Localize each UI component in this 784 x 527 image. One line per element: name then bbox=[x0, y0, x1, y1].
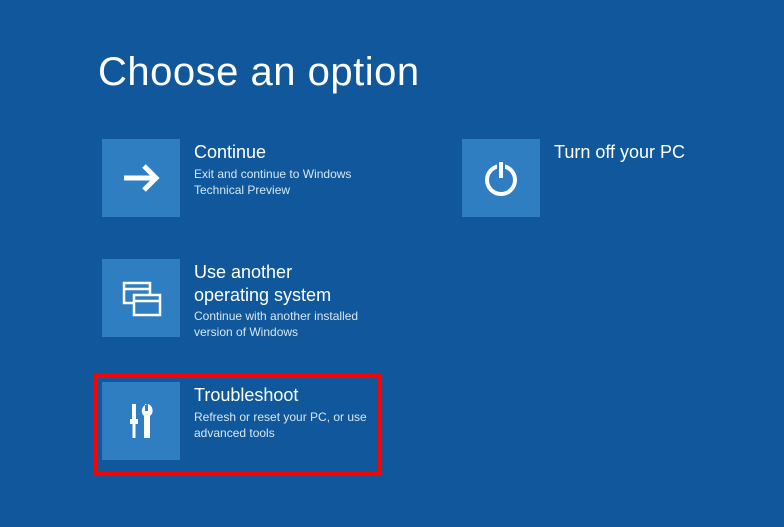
turnoff-text: Turn off your PC bbox=[554, 139, 685, 166]
another-os-tile[interactable]: Use another operating system Continue wi… bbox=[98, 255, 378, 352]
troubleshoot-title: Troubleshoot bbox=[194, 384, 372, 407]
another-os-text: Use another operating system Continue wi… bbox=[194, 259, 372, 340]
troubleshoot-desc: Refresh or reset your PC, or use advance… bbox=[194, 409, 372, 441]
continue-title: Continue bbox=[194, 141, 372, 164]
tiles-container: Continue Exit and continue to Windows Te… bbox=[98, 135, 784, 472]
continue-tile[interactable]: Continue Exit and continue to Windows Te… bbox=[98, 135, 378, 229]
another-os-desc: Continue with another installed version … bbox=[194, 308, 372, 340]
arrow-right-icon bbox=[102, 139, 180, 217]
continue-text: Continue Exit and continue to Windows Te… bbox=[194, 139, 372, 198]
continue-desc: Exit and continue to Windows Technical P… bbox=[194, 166, 372, 198]
another-os-title: Use another operating system bbox=[194, 261, 372, 306]
power-icon bbox=[462, 139, 540, 217]
turnoff-tile[interactable]: Turn off your PC bbox=[458, 135, 738, 229]
tiles-column-right: Turn off your PC bbox=[458, 135, 738, 472]
turnoff-title: Turn off your PC bbox=[554, 141, 685, 164]
recovery-screen: Choose an option Continue Exit and conti… bbox=[0, 0, 784, 472]
windows-stack-icon bbox=[102, 259, 180, 337]
troubleshoot-tile[interactable]: Troubleshoot Refresh or reset your PC, o… bbox=[98, 378, 378, 472]
troubleshoot-text: Troubleshoot Refresh or reset your PC, o… bbox=[194, 382, 372, 441]
tiles-column-left: Continue Exit and continue to Windows Te… bbox=[98, 135, 378, 472]
tools-icon bbox=[102, 382, 180, 460]
page-title: Choose an option bbox=[98, 50, 784, 95]
